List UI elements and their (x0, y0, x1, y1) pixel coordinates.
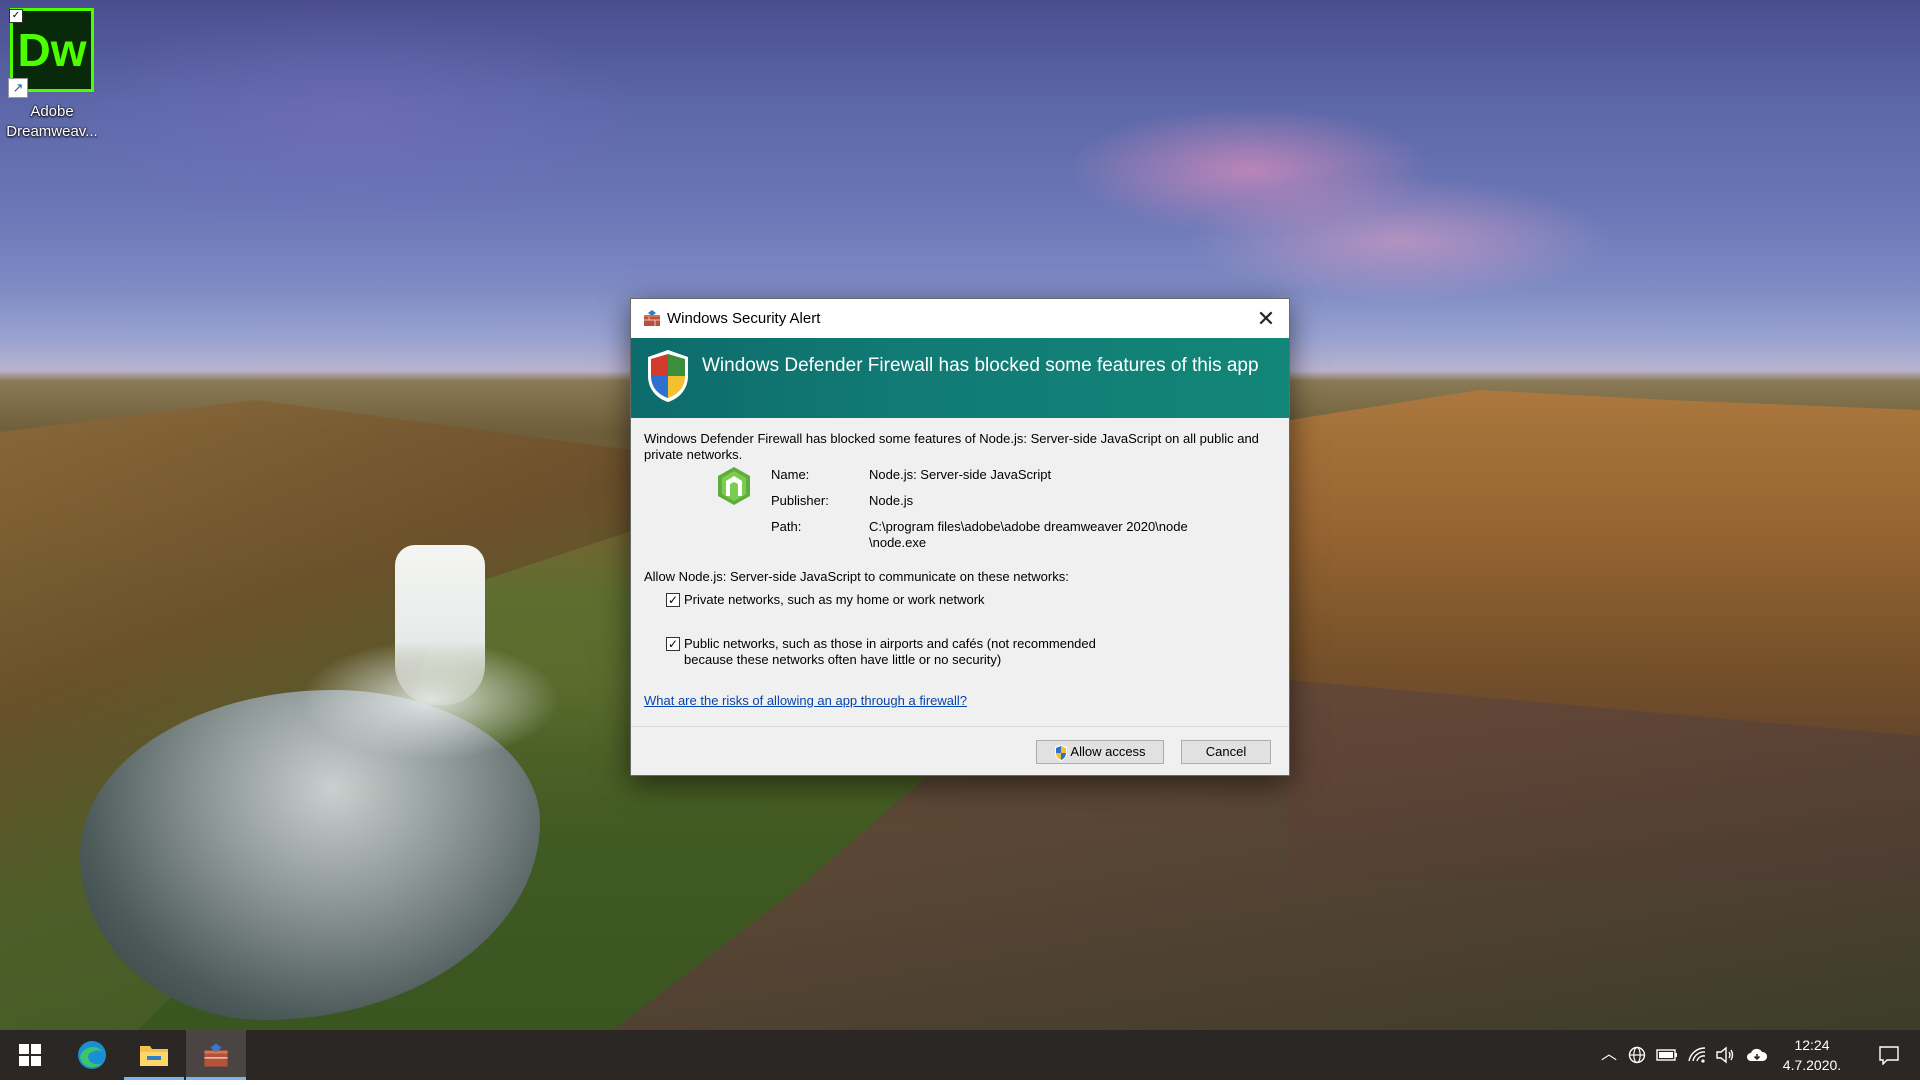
language-icon (1628, 1046, 1646, 1064)
allow-access-label: Allow access (1070, 744, 1146, 759)
desktop-icon-dreamweaver[interactable]: Dw ✓ ↗ Adobe Dreamweav... (6, 6, 98, 146)
start-button[interactable] (0, 1030, 60, 1080)
start-icon (19, 1044, 41, 1066)
nodejs-hexagon-icon (718, 467, 750, 505)
taskbar-edge[interactable] (62, 1030, 122, 1080)
show-hidden-icons-button[interactable]: ︿ (1596, 1030, 1622, 1080)
battery-icon (1656, 1049, 1677, 1061)
file-explorer-icon (140, 1046, 168, 1066)
path-label: Path: (771, 519, 802, 534)
public-networks-checkbox[interactable]: ✓ (666, 637, 680, 651)
publisher-value: Node.js (869, 493, 914, 508)
desktop-icon-label: Adobe Dreamweav... (6, 103, 98, 140)
clock-date: 4.7.2020. (1782, 1057, 1842, 1073)
onedrive-icon (1747, 1048, 1768, 1061)
battery-button[interactable] (1654, 1030, 1680, 1080)
notification-icon (1879, 1046, 1899, 1066)
dialog-button-bar: Allow access Cancel (631, 726, 1289, 775)
clock-time: 12:24 (1794, 1037, 1830, 1053)
taskbar-firewall-app[interactable] (186, 1030, 246, 1080)
name-label: Name: (771, 467, 810, 482)
shortcut-arrow-icon: ↗ (8, 78, 28, 98)
firewall-risks-link[interactable]: What are the risks of allowing an app th… (644, 693, 967, 709)
taskbar-file-explorer[interactable] (124, 1030, 184, 1080)
dialog-body: Windows Defender Firewall has blocked so… (631, 418, 1289, 725)
private-networks-checkbox[interactable]: ✓ (666, 593, 680, 607)
selection-checkbox-icon[interactable]: ✓ (9, 9, 23, 23)
allow-prompt: Allow Node.js: Server-side JavaScript to… (644, 569, 1069, 584)
onedrive-button[interactable] (1744, 1030, 1770, 1080)
firewall-wall-icon (644, 310, 660, 326)
waterfall-mist (300, 640, 560, 760)
security-alert-dialog: Windows Security Alert ✕ Windows Defende… (630, 298, 1290, 776)
volume-button[interactable] (1712, 1030, 1738, 1080)
private-networks-label[interactable]: Private networks, such as my home or wor… (684, 592, 985, 608)
public-networks-label[interactable]: Public networks, such as those in airpor… (684, 636, 1144, 668)
path-value: C:\program files\adobe\adobe dreamweaver… (869, 519, 1188, 550)
name-value: Node.js: Server-side JavaScript (869, 467, 1052, 482)
close-button[interactable]: ✕ (1243, 299, 1289, 338)
dialog-titlebar[interactable]: Windows Security Alert ✕ (631, 299, 1289, 338)
edge-icon (78, 1041, 106, 1069)
alert-headline: Windows Defender Firewall has blocked so… (702, 355, 1259, 376)
uac-shield-icon (1055, 744, 1068, 761)
dialog-title: Windows Security Alert (667, 310, 821, 327)
close-icon: ✕ (1256, 306, 1276, 331)
taskbar-clock[interactable]: 12:24 4.7.2020. (1773, 1035, 1851, 1075)
security-shield-icon (648, 350, 688, 402)
language-button[interactable] (1624, 1030, 1650, 1080)
taskbar: ︿ 12:24 4.7.2020. (0, 1030, 1920, 1080)
action-center-button[interactable] (1866, 1030, 1912, 1080)
intro-text: Windows Defender Firewall has blocked so… (644, 431, 1259, 462)
volume-icon (1716, 1046, 1734, 1064)
network-button[interactable] (1684, 1030, 1710, 1080)
allow-access-button[interactable]: Allow access (1036, 740, 1164, 764)
publisher-label: Publisher: (771, 493, 829, 508)
wifi-icon (1688, 1047, 1706, 1063)
cancel-button[interactable]: Cancel (1181, 740, 1271, 764)
alert-banner: Windows Defender Firewall has blocked so… (631, 338, 1289, 418)
firewall-app-icon (204, 1043, 228, 1067)
chevron-up-icon: ︿ (1600, 1046, 1617, 1063)
